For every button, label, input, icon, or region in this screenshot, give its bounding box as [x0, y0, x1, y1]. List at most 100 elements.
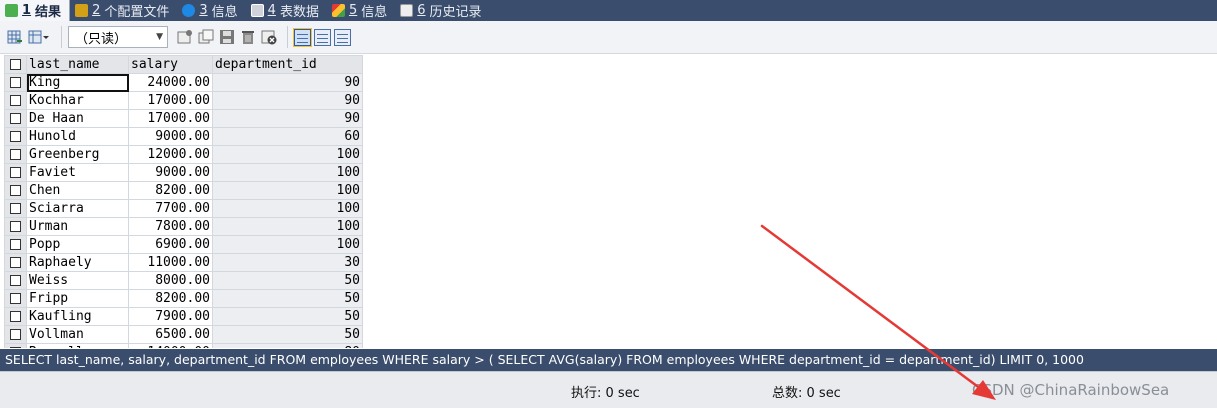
cancel-icon[interactable] [260, 29, 277, 46]
cell-department-id[interactable]: 100 [212, 235, 363, 254]
cell-last-name[interactable]: Popp [26, 235, 129, 254]
row-checkbox[interactable] [4, 343, 27, 348]
cell-department-id[interactable]: 50 [212, 289, 363, 308]
import-icon[interactable] [27, 29, 51, 46]
table-row[interactable]: Popp 6900.00 100 [4, 235, 363, 254]
row-checkbox[interactable] [4, 145, 27, 164]
tab-table-data[interactable]: 4 表数据 [246, 0, 327, 21]
cell-department-id[interactable]: 100 [212, 217, 363, 236]
cell-salary[interactable]: 8200.00 [128, 289, 213, 308]
cell-salary[interactable]: 9000.00 [128, 163, 213, 182]
text-view-icon[interactable] [334, 28, 351, 46]
cell-department-id[interactable]: 90 [212, 73, 363, 92]
row-checkbox[interactable] [4, 253, 27, 272]
cell-last-name[interactable]: Urman [26, 217, 129, 236]
cell-salary[interactable]: 24000.00 [128, 73, 213, 92]
select-all-checkbox[interactable] [4, 55, 27, 74]
table-row[interactable]: Russell14000.0080 [4, 343, 363, 348]
cell-last-name[interactable]: Raphaely [26, 253, 129, 272]
row-checkbox[interactable] [4, 127, 27, 146]
cell-last-name[interactable]: Weiss [26, 271, 129, 290]
insert-row-icon[interactable] [176, 29, 193, 46]
cell-department-id[interactable]: 80 [212, 343, 363, 348]
table-row[interactable]: Sciarra 7700.00 100 [4, 199, 363, 218]
cell-last-name[interactable]: Russell [26, 343, 129, 348]
cell-salary[interactable]: 8200.00 [128, 181, 213, 200]
cell-department-id[interactable]: 90 [212, 91, 363, 110]
cell-salary[interactable]: 11000.00 [128, 253, 213, 272]
cell-department-id[interactable]: 100 [212, 145, 363, 164]
table-row[interactable]: Vollman 6500.00 50 [4, 325, 363, 344]
table-row[interactable]: Kochhar 17000.00 90 [4, 91, 363, 110]
table-row[interactable]: De Haan 17000.00 90 [4, 109, 363, 128]
result-grid[interactable]: last_name salary department_id King 24000… [4, 55, 364, 348]
cell-last-name[interactable]: Faviet [26, 163, 129, 182]
table-row[interactable]: Faviet 9000.00 100 [4, 163, 363, 182]
cell-department-id[interactable]: 100 [212, 163, 363, 182]
cell-salary[interactable]: 6900.00 [128, 235, 213, 254]
cell-last-name[interactable]: King [26, 73, 129, 92]
cell-last-name[interactable]: Vollman [26, 325, 129, 344]
table-row[interactable]: Chen 8200.00 100 [4, 181, 363, 200]
row-checkbox[interactable] [4, 109, 27, 128]
save-icon[interactable] [218, 29, 235, 46]
cell-salary[interactable]: 9000.00 [128, 127, 213, 146]
grid-view-icon[interactable] [293, 27, 312, 47]
row-checkbox[interactable] [4, 199, 27, 218]
cell-department-id[interactable]: 90 [212, 109, 363, 128]
cell-last-name[interactable]: Fripp [26, 289, 129, 308]
cell-department-id[interactable]: 30 [212, 253, 363, 272]
cell-last-name[interactable]: Greenberg [26, 145, 129, 164]
table-row[interactable]: Hunold 9000.00 60 [4, 127, 363, 146]
column-header-salary[interactable]: salary [128, 55, 213, 74]
cell-salary[interactable]: 17000.00 [128, 91, 213, 110]
tab-profiles[interactable]: 2 个配置文件 [70, 0, 177, 21]
column-header-department-id[interactable]: department_id [212, 55, 363, 74]
cell-department-id[interactable]: 50 [212, 307, 363, 326]
tab-info[interactable]: 3 信息 [177, 0, 245, 21]
export-icon[interactable] [6, 29, 23, 46]
cell-last-name[interactable]: Sciarra [26, 199, 129, 218]
cell-salary[interactable]: 6500.00 [128, 325, 213, 344]
cell-last-name[interactable]: De Haan [26, 109, 129, 128]
row-checkbox[interactable] [4, 91, 27, 110]
row-checkbox[interactable] [4, 217, 27, 236]
table-row[interactable]: Raphaely 11000.00 30 [4, 253, 363, 272]
cell-department-id[interactable]: 50 [212, 325, 363, 344]
table-row[interactable]: Greenberg 12000.00 100 [4, 145, 363, 164]
row-checkbox[interactable] [4, 163, 27, 182]
row-checkbox[interactable] [4, 181, 27, 200]
column-header-last-name[interactable]: last_name [26, 55, 129, 74]
cell-salary[interactable]: 12000.00 [128, 145, 213, 164]
table-row[interactable]: Weiss 8000.00 50 [4, 271, 363, 290]
form-view-icon[interactable] [314, 28, 331, 46]
cell-department-id[interactable]: 60 [212, 127, 363, 146]
row-checkbox[interactable] [4, 325, 27, 344]
cell-last-name[interactable]: Chen [26, 181, 129, 200]
table-row[interactable]: King 24000.00 90 [4, 73, 363, 92]
row-checkbox[interactable] [4, 73, 27, 92]
cell-last-name[interactable]: Kochhar [26, 91, 129, 110]
tab-history[interactable]: 6 历史记录 [395, 0, 489, 21]
cell-last-name[interactable]: Hunold [26, 127, 129, 146]
duplicate-row-icon[interactable] [197, 29, 214, 46]
table-row[interactable]: Urman 7800.00 100 [4, 217, 363, 236]
table-row[interactable]: Kaufling 7900.00 50 [4, 307, 363, 326]
cell-last-name[interactable]: Kaufling [26, 307, 129, 326]
row-checkbox[interactable] [4, 271, 27, 290]
cell-salary[interactable]: 17000.00 [128, 109, 213, 128]
cell-department-id[interactable]: 100 [212, 181, 363, 200]
tab-results[interactable]: 1 结果 [0, 0, 71, 21]
row-checkbox[interactable] [4, 235, 27, 254]
cell-salary[interactable]: 8000.00 [128, 271, 213, 290]
cell-department-id[interactable]: 50 [212, 271, 363, 290]
delete-icon[interactable] [239, 29, 256, 46]
cell-salary[interactable]: 7900.00 [128, 307, 213, 326]
cell-salary[interactable]: 7700.00 [128, 199, 213, 218]
row-checkbox[interactable] [4, 289, 27, 308]
cell-salary[interactable]: 7800.00 [128, 217, 213, 236]
readonly-mode-select[interactable]: （只读） ▼ [68, 26, 168, 48]
cell-salary[interactable]: 14000.00 [128, 343, 213, 348]
cell-department-id[interactable]: 100 [212, 199, 363, 218]
tab-info-2[interactable]: 5 信息 [327, 0, 395, 21]
